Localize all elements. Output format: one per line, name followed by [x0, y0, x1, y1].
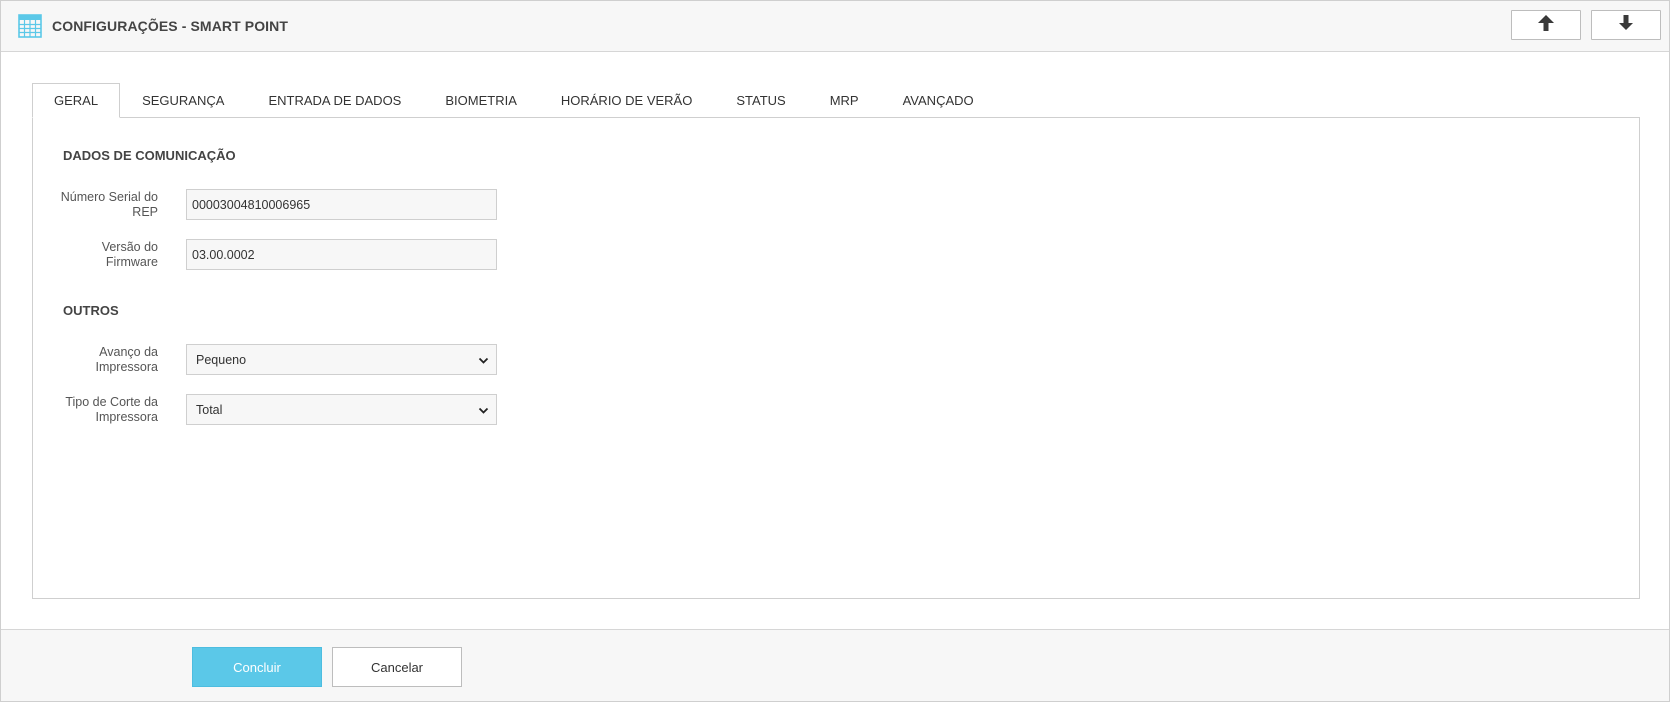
tab-mrp[interactable]: MRP: [808, 83, 881, 118]
printer-advance-value: Pequeno: [196, 352, 247, 367]
tab-avancado[interactable]: AVANÇADO: [881, 83, 996, 118]
concluir-button[interactable]: Concluir: [192, 647, 322, 687]
printer-advance-select[interactable]: Pequeno: [186, 344, 497, 375]
arrow-up-icon: [1536, 13, 1556, 38]
tab-status[interactable]: STATUS: [714, 83, 807, 118]
move-up-button[interactable]: [1511, 10, 1581, 40]
tab-geral[interactable]: GERAL: [32, 83, 121, 118]
cancelar-button[interactable]: Cancelar: [332, 647, 462, 687]
chevron-down-icon: [478, 355, 489, 369]
firmware-version-input[interactable]: [186, 239, 497, 270]
printer-cut-type-value: Total: [196, 402, 223, 417]
tab-biometria[interactable]: BIOMETRIA: [423, 83, 539, 118]
calculator-grid-icon: [18, 14, 42, 38]
tab-horario-de-verao[interactable]: HORÁRIO DE VERÃO: [539, 83, 714, 118]
section-title-outros: OUTROS: [63, 303, 119, 318]
firmware-version-label: Versão do Firmware: [101, 240, 158, 269]
arrow-down-icon: [1616, 13, 1636, 38]
move-down-button[interactable]: [1591, 10, 1661, 40]
printer-advance-label: Avanço da Impressora: [95, 345, 158, 374]
chevron-down-icon: [478, 405, 489, 419]
tab-panel-geral: DADOS DE COMUNICAÇÃO Número Serial do RE…: [32, 117, 1640, 599]
dialog-footer: Concluir Cancelar: [1, 629, 1669, 701]
page-title: CONFIGURAÇÕES - SMART POINT: [52, 18, 289, 34]
tab-bar: GERAL SEGURANÇA ENTRADA DE DADOS BIOMETR…: [32, 83, 996, 118]
settings-window: CONFIGURAÇÕES - SMART POINT GERAL SEGURA…: [0, 0, 1670, 702]
tab-entrada-de-dados[interactable]: ENTRADA DE DADOS: [246, 83, 423, 118]
section-title-comunicacao: DADOS DE COMUNICAÇÃO: [63, 148, 236, 163]
tab-seguranca[interactable]: SEGURANÇA: [120, 83, 246, 118]
serial-number-input[interactable]: [186, 189, 497, 220]
printer-cut-type-label: Tipo de Corte da Impressora: [65, 395, 158, 424]
printer-cut-type-select[interactable]: Total: [186, 394, 497, 425]
serial-number-label: Número Serial do REP: [60, 190, 158, 219]
window-header: CONFIGURAÇÕES - SMART POINT: [1, 1, 1669, 52]
